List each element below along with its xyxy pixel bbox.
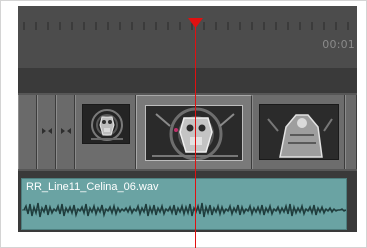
track-header-strip bbox=[18, 68, 357, 93]
audio-clip[interactable]: RR_Line11_Celina_06.wav bbox=[21, 178, 347, 230]
time-ruler[interactable]: 00:01 bbox=[18, 6, 357, 68]
video-clip-mini[interactable] bbox=[345, 95, 357, 169]
audio-waveform bbox=[22, 202, 346, 218]
video-clip-mini[interactable] bbox=[18, 95, 37, 169]
video-clip-mini[interactable] bbox=[37, 95, 56, 169]
transition-marker-icon bbox=[61, 128, 71, 134]
robot-thumbnail-icon bbox=[260, 105, 338, 159]
playhead[interactable] bbox=[195, 18, 196, 248]
audio-track[interactable]: RR_Line11_Celina_06.wav bbox=[18, 171, 357, 232]
robot-thumbnail-icon bbox=[83, 105, 129, 143]
timecode-label: 00:01 bbox=[322, 38, 355, 51]
transition-marker-icon bbox=[42, 128, 52, 134]
video-clip[interactable] bbox=[75, 95, 136, 169]
audio-clip-name: RR_Line11_Celina_06.wav bbox=[26, 181, 159, 193]
video-clip[interactable] bbox=[252, 95, 345, 169]
clip-thumbnail bbox=[145, 105, 243, 161]
clip-thumbnail bbox=[82, 104, 130, 144]
video-track[interactable] bbox=[18, 93, 357, 171]
timeline-editor: 00:01 RR_Line11_Celina_06.wav bbox=[18, 6, 357, 232]
video-clip-selected[interactable] bbox=[136, 95, 252, 169]
clip-thumbnail bbox=[259, 104, 339, 160]
video-clip-mini[interactable] bbox=[56, 95, 75, 169]
